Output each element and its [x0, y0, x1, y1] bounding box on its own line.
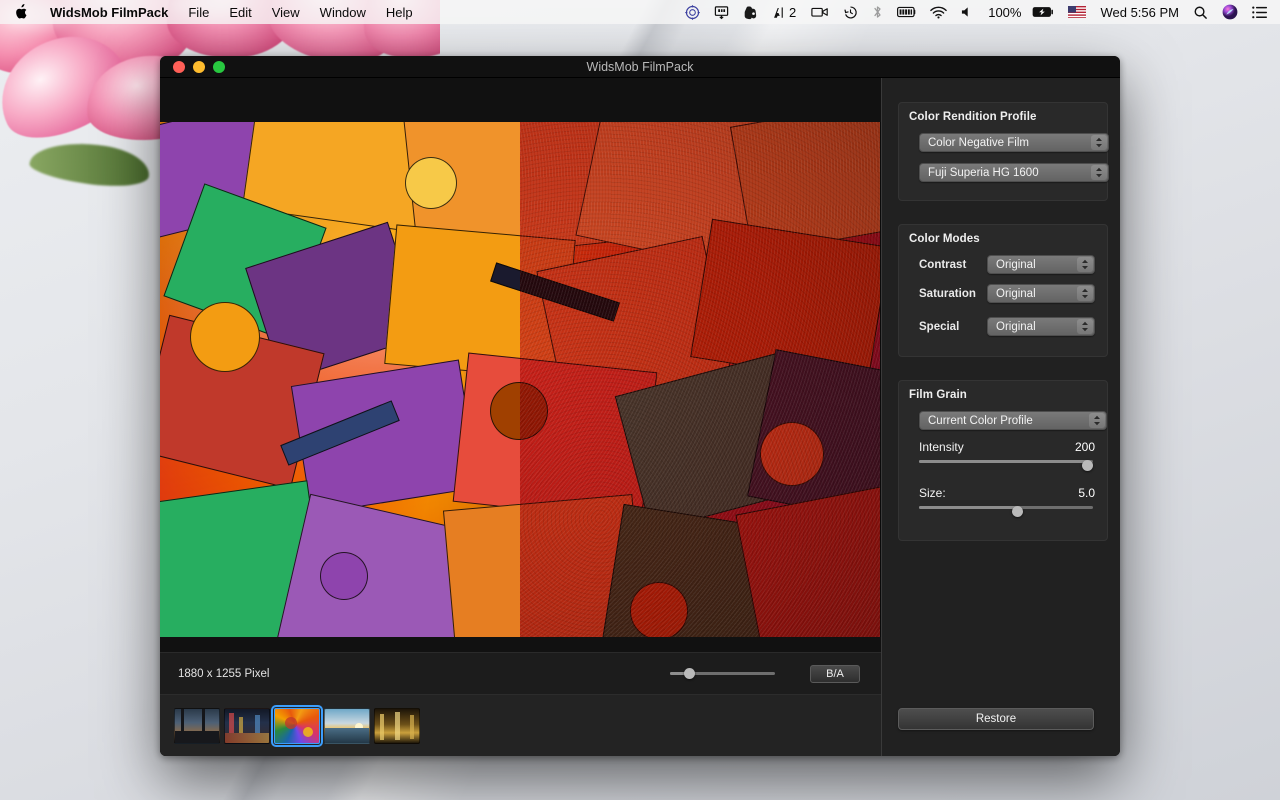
volume-icon[interactable] — [954, 0, 981, 24]
intensity-slider-fill — [919, 460, 1088, 463]
intensity-slider-knob[interactable] — [1082, 460, 1093, 471]
grain-profile-select[interactable]: Current Color Profile — [919, 411, 1107, 430]
special-row: Special Original — [909, 317, 1097, 336]
intensity-label: Intensity — [919, 440, 964, 454]
chevron-updown-icon[interactable] — [1077, 319, 1093, 334]
saturation-value: Original — [996, 288, 1036, 300]
size-row: Size: 5.0 — [909, 486, 1097, 500]
film-grain-group: Film Grain Current Color Profile Intensi… — [898, 380, 1108, 541]
color-modes-group: Color Modes Contrast Original Saturation… — [898, 224, 1108, 357]
zoom-slider-knob[interactable] — [684, 668, 695, 679]
spotlight-search-icon[interactable] — [1186, 0, 1215, 24]
adobe-creative-cloud-icon[interactable] — [765, 0, 789, 24]
grain-profile-value: Current Color Profile — [928, 415, 1033, 427]
battery-bars-icon[interactable] — [890, 0, 923, 24]
bartender-icon[interactable] — [707, 0, 736, 24]
window-body: 1880 x 1255 Pixel B/A — [160, 78, 1120, 756]
size-label: Size: — [919, 486, 946, 500]
thumb-pier-sunset[interactable] — [324, 708, 370, 744]
image-preview[interactable] — [160, 122, 881, 637]
profile-category-value: Color Negative Film — [928, 137, 1029, 149]
menu-app-name[interactable]: WidsMob FilmPack — [40, 0, 178, 24]
window-titlebar[interactable]: WidsMob FilmPack — [160, 56, 1120, 78]
contrast-value: Original — [996, 259, 1036, 271]
close-button[interactable] — [173, 61, 185, 73]
menubar-clock[interactable]: Wed 5:56 PM — [1093, 0, 1186, 24]
battery-percent-label: 100% — [981, 0, 1025, 24]
profile-category-select[interactable]: Color Negative Film — [919, 133, 1109, 152]
app-window[interactable]: WidsMob FilmPack — [160, 56, 1120, 756]
chevron-updown-icon[interactable] — [1077, 257, 1093, 272]
special-value: Original — [996, 321, 1036, 333]
intensity-row: Intensity 200 — [909, 440, 1097, 454]
film-grain-title: Film Grain — [909, 389, 1097, 401]
input-source-flag-icon[interactable] — [1061, 0, 1093, 24]
profile-film-value: Fuji Superia HG 1600 — [928, 167, 1039, 179]
contrast-label: Contrast — [909, 259, 987, 271]
filmstrip[interactable] — [160, 694, 881, 756]
menu-item-edit[interactable]: Edit — [219, 0, 261, 24]
adobe-badge-count: 2 — [789, 0, 804, 24]
thumb-abstract-mosaic[interactable] — [274, 708, 320, 744]
evernote-icon[interactable] — [736, 0, 765, 24]
wifi-icon[interactable] — [923, 0, 954, 24]
notification-center-icon[interactable] — [1245, 0, 1280, 24]
saturation-label: Saturation — [909, 288, 987, 300]
image-dimensions-label: 1880 x 1255 Pixel — [178, 668, 269, 680]
window-title: WidsMob FilmPack — [160, 60, 1120, 74]
thumb-city-night[interactable] — [224, 708, 270, 744]
minimize-button[interactable] — [193, 61, 205, 73]
saturation-select[interactable]: Original — [987, 284, 1095, 303]
traffic-light-group[interactable] — [160, 61, 225, 73]
camcorder-icon[interactable] — [804, 0, 836, 24]
contrast-row: Contrast Original — [909, 255, 1097, 274]
restore-button[interactable]: Restore — [898, 708, 1094, 730]
contrast-select[interactable]: Original — [987, 255, 1095, 274]
status-bar: 1880 x 1255 Pixel B/A — [160, 652, 881, 694]
zoom-slider[interactable] — [670, 667, 775, 681]
inspector-pane: Color Rendition Profile Color Negative F… — [881, 78, 1120, 756]
thumb-airport-window[interactable] — [174, 708, 220, 744]
chevron-updown-icon[interactable] — [1089, 413, 1105, 428]
menu-item-window[interactable]: Window — [310, 0, 376, 24]
chevron-updown-icon[interactable] — [1077, 286, 1093, 301]
thumb-golden-interior[interactable] — [374, 708, 420, 744]
menu-item-help[interactable]: Help — [376, 0, 423, 24]
bluetooth-icon[interactable] — [865, 0, 890, 24]
artwork-filtered — [520, 122, 880, 637]
special-label: Special — [909, 321, 987, 333]
size-value: 5.0 — [1078, 486, 1095, 500]
intensity-value: 200 — [1075, 440, 1095, 454]
preview-after-half — [520, 122, 880, 637]
size-slider-fill — [919, 506, 1018, 509]
intensity-slider[interactable] — [919, 460, 1093, 474]
menu-item-view[interactable]: View — [262, 0, 310, 24]
color-rendition-profile-group: Color Rendition Profile Color Negative F… — [898, 102, 1108, 201]
battery-charging-icon[interactable] — [1025, 0, 1061, 24]
film-grain-overlay — [520, 122, 880, 637]
saturation-row: Saturation Original — [909, 284, 1097, 303]
artwork-original — [160, 122, 520, 637]
time-machine-icon[interactable] — [836, 0, 865, 24]
image-canvas[interactable] — [160, 78, 881, 652]
chevron-updown-icon[interactable] — [1091, 165, 1107, 180]
siri-icon[interactable] — [1215, 0, 1245, 24]
color-modes-title: Color Modes — [909, 233, 1097, 245]
preview-before-half — [160, 122, 520, 637]
zoom-button[interactable] — [213, 61, 225, 73]
preview-pane: 1880 x 1255 Pixel B/A — [160, 78, 881, 756]
macos-menu-bar[interactable]: WidsMob FilmPack File Edit View Window H… — [0, 0, 1280, 24]
color-rendition-profile-title: Color Rendition Profile — [909, 111, 1097, 123]
size-slider-knob[interactable] — [1012, 506, 1023, 517]
apple-menu-icon[interactable] — [0, 0, 40, 24]
special-select[interactable]: Original — [987, 317, 1095, 336]
profile-film-select[interactable]: Fuji Superia HG 1600 — [919, 163, 1109, 182]
chevron-updown-icon[interactable] — [1091, 135, 1107, 150]
menu-item-file[interactable]: File — [178, 0, 219, 24]
size-slider[interactable] — [919, 506, 1093, 520]
before-after-toggle-button[interactable]: B/A — [810, 665, 860, 683]
onepassword-icon[interactable] — [678, 0, 707, 24]
